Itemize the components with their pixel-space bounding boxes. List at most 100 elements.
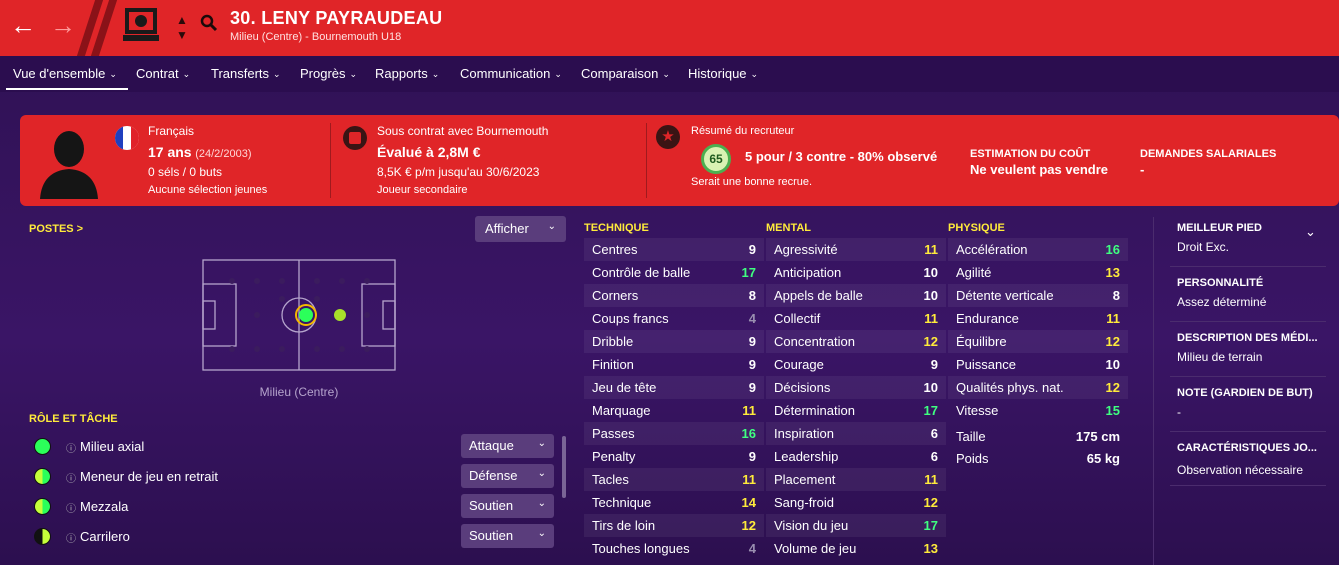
attribute-row[interactable]: Technique 14 bbox=[584, 491, 764, 514]
role-row[interactable]: ⓘ Mezzala Soutien ⌄ bbox=[30, 494, 560, 520]
role-row[interactable]: ⓘ Milieu axial Attaque ⌄ bbox=[30, 434, 560, 460]
attribute-row[interactable]: Vitesse 15 bbox=[948, 399, 1128, 422]
separator bbox=[1170, 321, 1326, 322]
attribute-row[interactable]: Penalty 9 bbox=[584, 445, 764, 468]
attribute-row[interactable]: Sang-froid 12 bbox=[766, 491, 946, 514]
role-name: Carrilero bbox=[80, 529, 130, 544]
attribute-row[interactable]: Dribble 9 bbox=[584, 330, 764, 353]
wage-demands-value: - bbox=[1140, 162, 1145, 177]
attribute-row[interactable]: Finition 9 bbox=[584, 353, 764, 376]
attribute-row[interactable]: Contrôle de balle 17 bbox=[584, 261, 764, 284]
attribute-row[interactable]: Qualités phys. nat. 12 bbox=[948, 376, 1128, 399]
attribute-row[interactable]: Décisions 10 bbox=[766, 376, 946, 399]
attribute-row[interactable]: Concentration 12 bbox=[766, 330, 946, 353]
preferred-foot-label: MEILLEUR PIED bbox=[1177, 222, 1262, 234]
attribute-name: Qualités phys. nat. bbox=[956, 380, 1064, 395]
info-icon[interactable]: ⓘ bbox=[66, 500, 76, 515]
info-icon[interactable]: ⓘ bbox=[66, 440, 76, 455]
attribute-row[interactable]: Tirs de loin 12 bbox=[584, 514, 764, 537]
back-arrow-icon[interactable]: ← bbox=[10, 10, 36, 40]
attribute-row[interactable]: Détermination 17 bbox=[766, 399, 946, 422]
attribute-value: 9 bbox=[748, 242, 756, 257]
height-value: 175 cm bbox=[1075, 429, 1120, 444]
attribute-name: Détente verticale bbox=[956, 288, 1054, 303]
positions-title[interactable]: POSTES > bbox=[29, 223, 83, 235]
attribute-row[interactable]: Placement 11 bbox=[766, 468, 946, 491]
attribute-row[interactable]: Tacles 11 bbox=[584, 468, 764, 491]
attribute-value: 11 bbox=[742, 472, 756, 487]
search-icon[interactable] bbox=[200, 14, 218, 32]
tab-overview[interactable]: Vue d'ensemble ⌄ bbox=[13, 66, 117, 81]
club-badge-icon[interactable] bbox=[343, 126, 367, 150]
player-name: 30. LENY PAYRAUDEAU bbox=[230, 8, 443, 28]
info-icon[interactable]: ⓘ bbox=[66, 470, 76, 485]
role-row[interactable]: ⓘ Meneur de jeu en retrait Défense ⌄ bbox=[30, 464, 560, 490]
pitch-diagram bbox=[202, 259, 396, 371]
chevron-up-icon[interactable]: ▲ bbox=[176, 13, 188, 27]
attribute-row[interactable]: Détente verticale 8 bbox=[948, 284, 1128, 307]
contract-club: Sous contrat avec Bournemouth bbox=[377, 124, 549, 138]
weight-label: Poids bbox=[956, 451, 989, 466]
attribute-row[interactable]: Appels de balle 10 bbox=[766, 284, 946, 307]
attribute-name: Décisions bbox=[774, 380, 831, 395]
attribute-row[interactable]: Puissance 10 bbox=[948, 353, 1128, 376]
attribute-value: 11 bbox=[1106, 311, 1120, 326]
tab-history[interactable]: Historique ⌄ bbox=[688, 66, 758, 81]
tab-transfers[interactable]: Transferts ⌄ bbox=[211, 66, 281, 81]
attribute-row[interactable]: Touches longues 4 bbox=[584, 537, 764, 560]
attribute-value: 13 bbox=[923, 541, 938, 556]
info-icon[interactable]: ⓘ bbox=[66, 530, 76, 545]
attribute-row[interactable]: Courage 9 bbox=[766, 353, 946, 376]
wage-contract: 8,5K € p/m jusqu'au 30/6/2023 bbox=[377, 165, 540, 179]
attribute-row[interactable]: Passes 16 bbox=[584, 422, 764, 445]
attribute-row[interactable]: Volume de jeu 13 bbox=[766, 537, 946, 560]
attribute-name: Accélération bbox=[956, 242, 1028, 257]
duty-dropdown[interactable]: Attaque ⌄ bbox=[461, 434, 554, 458]
attribute-row[interactable]: Centres 9 bbox=[584, 238, 764, 261]
attribute-row[interactable]: Corners 8 bbox=[584, 284, 764, 307]
tab-comparison[interactable]: Comparaison ⌄ bbox=[581, 66, 670, 81]
attribute-row[interactable]: Jeu de tête 9 bbox=[584, 376, 764, 399]
squad-status: Joueur secondaire bbox=[377, 184, 468, 196]
attribute-row[interactable]: Inspiration 6 bbox=[766, 422, 946, 445]
star-icon: ★ bbox=[656, 125, 680, 149]
role-rating-icon bbox=[34, 528, 51, 545]
roles-scrollbar[interactable] bbox=[562, 436, 566, 498]
attribute-row[interactable]: Endurance 11 bbox=[948, 307, 1128, 330]
attribute-name: Agilité bbox=[956, 265, 992, 280]
attribute-row[interactable]: Anticipation 10 bbox=[766, 261, 946, 284]
show-dropdown[interactable]: Afficher ⌄ bbox=[475, 216, 566, 242]
attribute-row[interactable]: Coups francs 4 bbox=[584, 307, 764, 330]
attribute-row[interactable]: Leadership 6 bbox=[766, 445, 946, 468]
france-flag-icon bbox=[115, 126, 139, 150]
club-crest-icon[interactable] bbox=[121, 6, 161, 46]
tab-progress[interactable]: Progrès ⌄ bbox=[300, 66, 357, 81]
attribute-value: 8 bbox=[1112, 288, 1120, 303]
attribute-value: 13 bbox=[1105, 265, 1120, 280]
nationality: Français bbox=[148, 124, 195, 138]
attribute-row[interactable]: Agilité 13 bbox=[948, 261, 1128, 284]
scout-score-badge: 65 bbox=[701, 144, 731, 174]
attribute-name: Vision du jeu bbox=[774, 518, 849, 533]
duty-dropdown[interactable]: Soutien ⌄ bbox=[461, 494, 554, 518]
attribute-row[interactable]: Équilibre 12 bbox=[948, 330, 1128, 353]
media-description-label: DESCRIPTION DES MÉDI... bbox=[1177, 332, 1318, 344]
attribute-row[interactable]: Agressivité 11 bbox=[766, 238, 946, 261]
attribute-row[interactable]: Collectif 11 bbox=[766, 307, 946, 330]
duty-dropdown[interactable]: Soutien ⌄ bbox=[461, 524, 554, 548]
attribute-row[interactable]: Vision du jeu 17 bbox=[766, 514, 946, 537]
tab-reports[interactable]: Rapports ⌄ bbox=[375, 66, 439, 81]
tab-communication[interactable]: Communication ⌄ bbox=[460, 66, 562, 81]
attribute-value: 8 bbox=[748, 288, 756, 303]
preferred-foot-value: Droit Exc. bbox=[1177, 240, 1230, 254]
attribute-row[interactable]: Marquage 11 bbox=[584, 399, 764, 422]
role-row[interactable]: ⓘ Carrilero Soutien ⌄ bbox=[30, 524, 560, 550]
attribute-value: 10 bbox=[923, 288, 938, 303]
attribute-value: 12 bbox=[1105, 380, 1120, 395]
tab-contract[interactable]: Contrat ⌄ bbox=[136, 66, 190, 81]
chevron-down-icon[interactable]: ▼ bbox=[176, 28, 188, 42]
attribute-row[interactable]: Accélération 16 bbox=[948, 238, 1128, 261]
forward-arrow-icon[interactable]: → bbox=[50, 10, 76, 40]
attribute-name: Endurance bbox=[956, 311, 1019, 326]
duty-dropdown[interactable]: Défense ⌄ bbox=[461, 464, 554, 488]
